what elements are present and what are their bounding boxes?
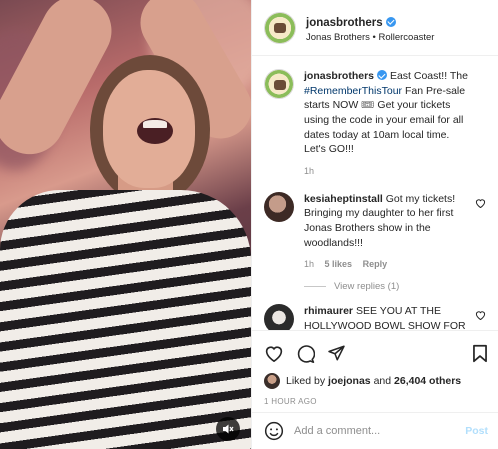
post-header: jonasbrothers Jonas Brothers • Rollercoa… [252,0,498,56]
add-comment-bar: Post [252,412,498,449]
bookmark-icon [473,344,487,362]
caption-username[interactable]: jonasbrothers [304,70,374,82]
likes-count[interactable]: 26,404 others [394,375,461,387]
heart-icon [475,199,486,208]
caption: jonasbrothers East Coast!! The #Remember… [264,69,486,178]
like-button[interactable] [264,344,284,362]
caption-text-start: East Coast!! The [389,70,468,82]
reply-button[interactable]: Reply [363,259,388,269]
comment-like-button[interactable] [475,198,486,211]
avatar[interactable] [264,11,296,44]
header-username[interactable]: jonasbrothers [306,17,383,29]
comment-likes[interactable]: 5 likes [325,259,353,269]
likes-and: and [373,375,392,387]
mute-button[interactable] [216,417,240,441]
liked-by-user[interactable]: joejonas [328,375,371,387]
likes-summary: Liked by joejonas and 26,404 others [264,373,488,389]
avatar[interactable] [264,373,280,389]
save-button[interactable] [472,344,488,363]
comments-list[interactable]: jonasbrothers East Coast!! The #Remember… [252,57,498,330]
teeth [143,120,167,128]
location-link[interactable]: Jonas Brothers • Rollercoaster [306,32,434,44]
emoji-icon [264,421,284,441]
heart-icon [265,346,283,362]
mute-icon [223,424,234,434]
post-photo[interactable] [0,0,251,449]
post-comment-button[interactable]: Post [465,425,488,437]
comment-like-button[interactable] [475,310,486,323]
likes-prefix: Liked by [286,375,326,387]
caption-time[interactable]: 1h [304,166,314,176]
view-replies-label: View replies (1) [334,281,400,293]
list-item: kesiaheptinstall Got my tickets! Bringin… [264,191,486,271]
post-actions: Liked by joejonas and 26,404 others 1 HO… [252,330,498,406]
comment-time[interactable]: 1h [304,259,314,269]
striped-shirt [0,190,251,449]
list-item: rhimaurer SEE YOU AT THE HOLLYWOOD BOWL … [264,304,486,330]
share-button[interactable] [327,344,346,362]
comment-username[interactable]: rhimaurer [304,305,353,317]
verified-icon [377,70,388,80]
heart-icon [475,311,486,321]
hashtag-link[interactable]: #RememberThisTour [304,85,402,97]
verified-icon [385,16,396,27]
view-replies-button[interactable]: View replies (1) [304,281,486,292]
avatar[interactable] [264,304,294,330]
post-side-panel: jonasbrothers Jonas Brothers • Rollercoa… [251,0,498,449]
comment-button[interactable] [296,344,315,363]
share-icon [328,345,345,361]
comment-icon [297,344,315,363]
post-timestamp[interactable]: 1 HOUR AGO [264,397,488,406]
avatar[interactable] [264,69,294,99]
comment-input[interactable] [294,425,466,437]
comment-username[interactable]: kesiaheptinstall [304,193,383,205]
avatar[interactable] [264,191,294,222]
emoji-button[interactable] [264,421,284,441]
divider [304,286,326,288]
